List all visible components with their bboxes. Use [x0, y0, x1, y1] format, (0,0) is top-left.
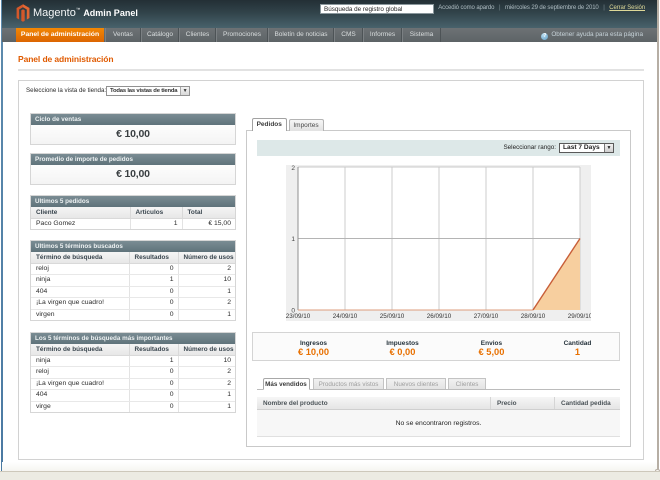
svg-text:26/09/10: 26/09/10	[427, 313, 452, 320]
svg-text:25/09/10: 25/09/10	[380, 313, 405, 320]
svg-text:1: 1	[291, 236, 295, 243]
svg-text:28/09/10: 28/09/10	[521, 313, 546, 320]
svg-text:27/09/10: 27/09/10	[474, 313, 499, 320]
svg-text:23/09/10: 23/09/10	[286, 313, 311, 320]
svg-text:24/09/10: 24/09/10	[333, 313, 358, 320]
svg-text:2: 2	[291, 165, 295, 172]
svg-text:29/09/10: 29/09/10	[568, 313, 591, 320]
